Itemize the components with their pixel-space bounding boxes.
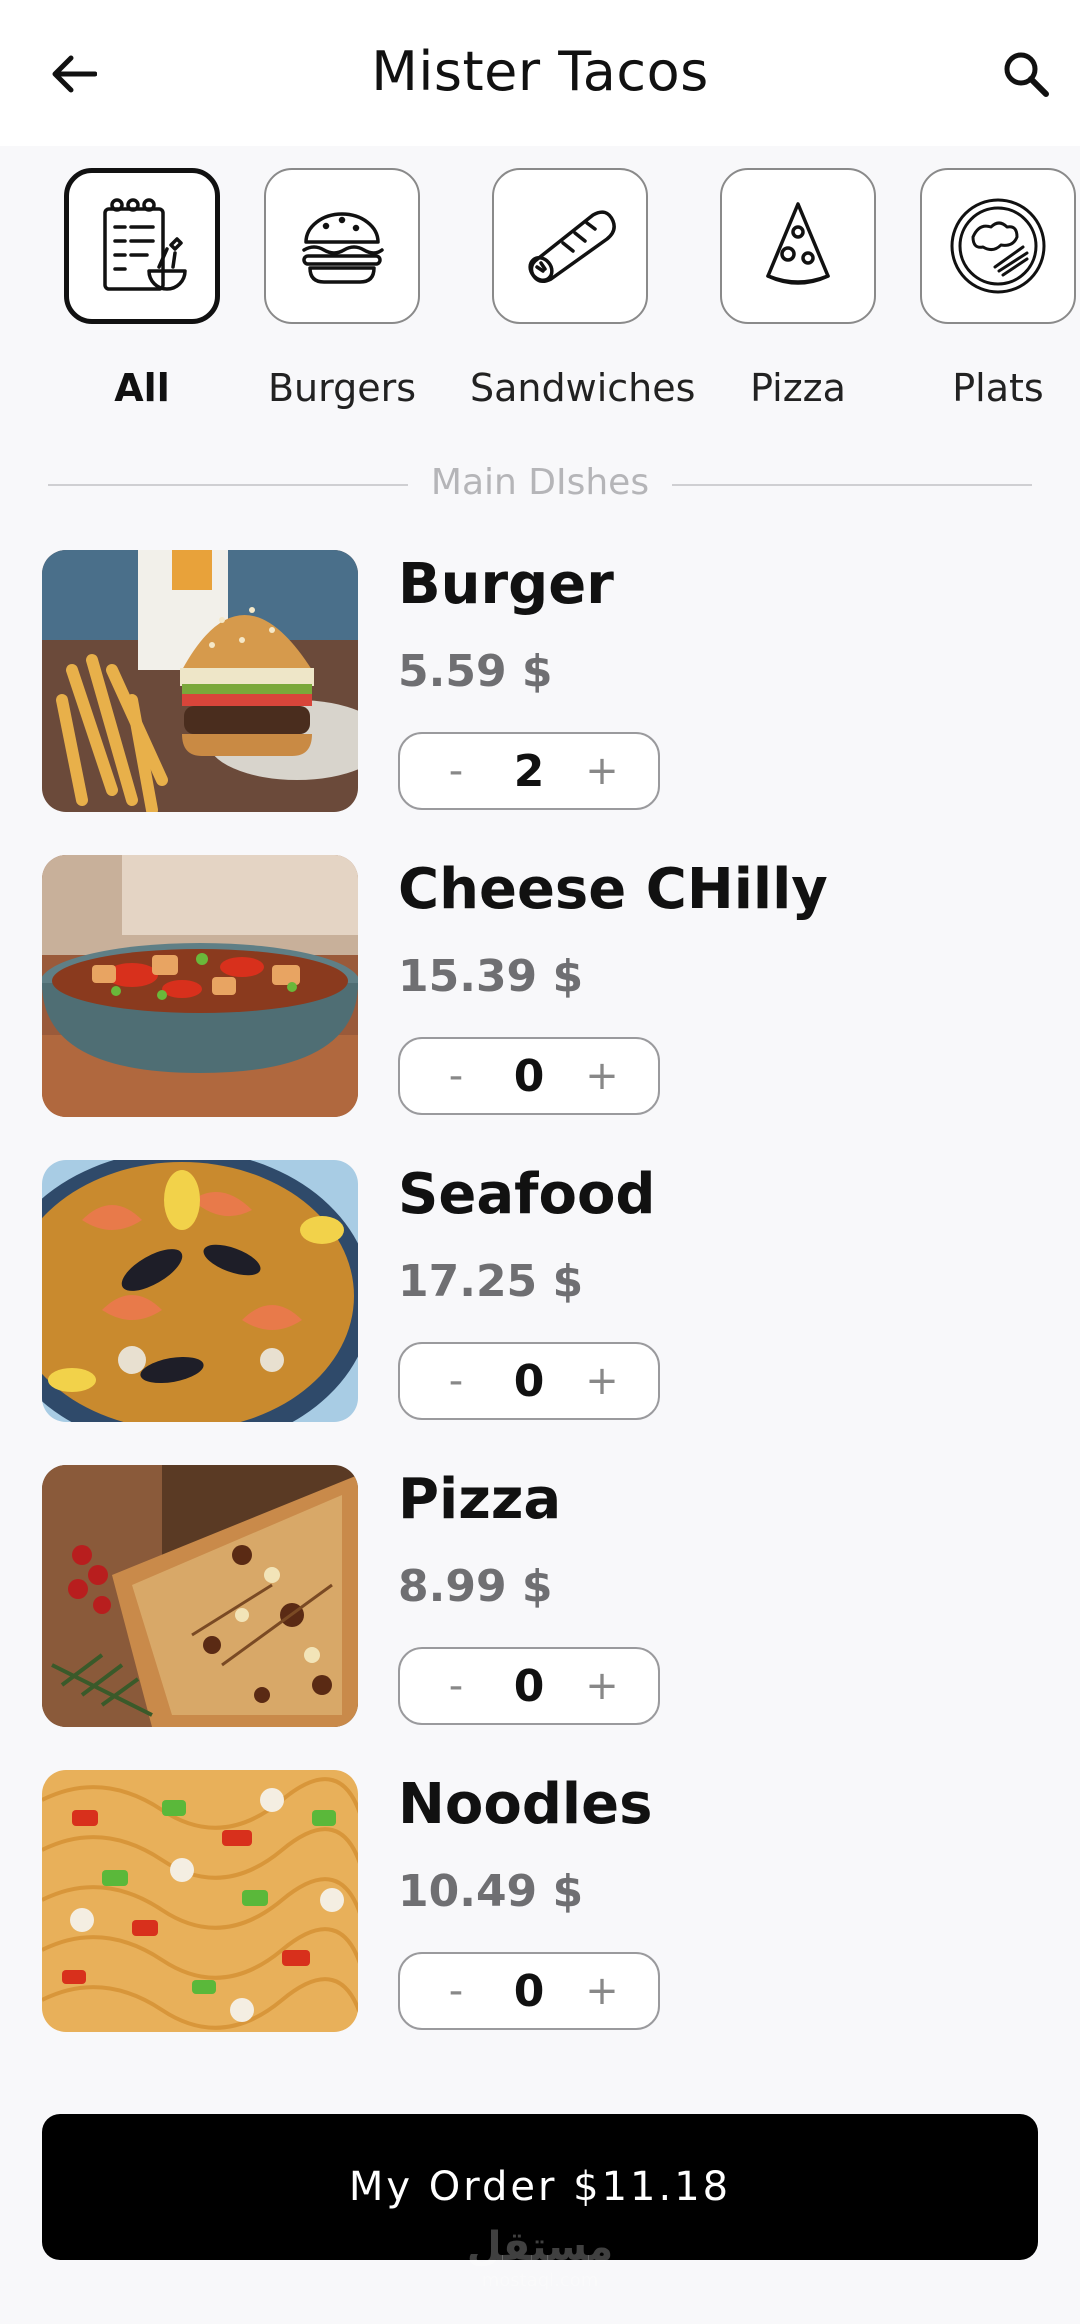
category-label: Burgers (267, 366, 417, 410)
divider-right (672, 484, 1032, 486)
quantity-stepper: - 0 + (398, 1952, 660, 2030)
pizza-photo (42, 1465, 358, 1727)
category-plats-tile[interactable] (920, 168, 1076, 324)
category-pizza-tile[interactable] (720, 168, 876, 324)
cheese-chilly-photo (42, 855, 358, 1117)
item-price: 17.25 $ (398, 1256, 584, 1307)
category-label: Plats (952, 366, 1044, 410)
quantity-value: 0 (513, 1050, 545, 1102)
burger-icon (302, 212, 384, 284)
menu-item-pizza: Pizza 8.99 $ - 0 + (42, 1465, 1042, 1727)
quantity-stepper: - 0 + (398, 1647, 660, 1725)
category-label: Sandwiches (470, 366, 696, 410)
item-name: Seafood (398, 1162, 656, 1227)
quantity-stepper: - 0 + (398, 1037, 660, 1115)
noodles-photo (42, 1770, 358, 2032)
increase-button[interactable]: + (582, 1968, 622, 2014)
category-pizza[interactable]: Pizza (698, 168, 898, 410)
increase-button[interactable]: + (582, 1663, 622, 1709)
quantity-value: 0 (513, 1965, 545, 2017)
decrease-button[interactable]: - (436, 1663, 476, 1709)
category-label: All (114, 366, 170, 410)
item-name: Cheese CHilly (398, 857, 828, 922)
search-button[interactable] (996, 44, 1056, 104)
quantity-stepper: - 0 + (398, 1342, 660, 1420)
item-price: 8.99 $ (398, 1561, 553, 1612)
category-label: Pizza (750, 366, 846, 410)
item-name: Pizza (398, 1467, 562, 1532)
watermark: مستقل mostaql.com (0, 2224, 1080, 2291)
wrap-sandwich-icon (528, 210, 616, 283)
category-all[interactable]: All (42, 168, 242, 410)
menu-item-burger: Burger 5.59 $ - 2 + (42, 550, 1042, 812)
page-title: Mister Tacos (371, 40, 709, 103)
category-burgers[interactable]: Burgers (242, 168, 442, 410)
decrease-button[interactable]: - (436, 1358, 476, 1404)
category-sandwiches[interactable]: Sandwiches (470, 168, 696, 410)
quantity-value: 0 (513, 1355, 545, 1407)
item-price: 5.59 $ (398, 646, 553, 697)
seafood-photo (42, 1160, 358, 1422)
quantity-stepper: - 2 + (398, 732, 660, 810)
decrease-button[interactable]: - (436, 1968, 476, 2014)
menu-list-icon (103, 198, 187, 291)
search-icon (1004, 52, 1049, 97)
category-sandwiches-tile[interactable] (492, 168, 648, 324)
menu-item-cheese-chilly: Cheese CHilly 15.39 $ - 0 + (42, 855, 1042, 1117)
pizza-slice-icon (766, 202, 830, 285)
item-name: Burger (398, 552, 614, 617)
item-name: Noodles (398, 1772, 653, 1837)
decrease-button[interactable]: - (436, 748, 476, 794)
plate-icon (950, 198, 1046, 294)
watermark-text: مستقل (466, 2224, 614, 2270)
app-header: Mister Tacos (0, 0, 1080, 146)
menu-item-seafood: Seafood 17.25 $ - 0 + (42, 1160, 1042, 1422)
category-burgers-tile[interactable] (264, 168, 420, 324)
menu-item-noodles: Noodles 10.49 $ - 0 + (42, 1770, 1042, 2032)
increase-button[interactable]: + (582, 1358, 622, 1404)
item-price: 10.49 $ (398, 1866, 584, 1917)
category-plats[interactable]: Plats (898, 168, 1080, 410)
order-label: My Order $11.18 (348, 2164, 732, 2210)
decrease-button[interactable]: - (436, 1053, 476, 1099)
quantity-value: 0 (513, 1660, 545, 1712)
watermark-sub: mostaql.com (481, 2270, 599, 2291)
item-price: 15.39 $ (398, 951, 584, 1002)
category-all-tile[interactable] (64, 168, 220, 324)
burger-photo (42, 550, 358, 812)
section-title: Main DIshes (430, 462, 650, 503)
increase-button[interactable]: + (582, 1053, 622, 1099)
quantity-value: 2 (513, 745, 545, 797)
increase-button[interactable]: + (582, 748, 622, 794)
